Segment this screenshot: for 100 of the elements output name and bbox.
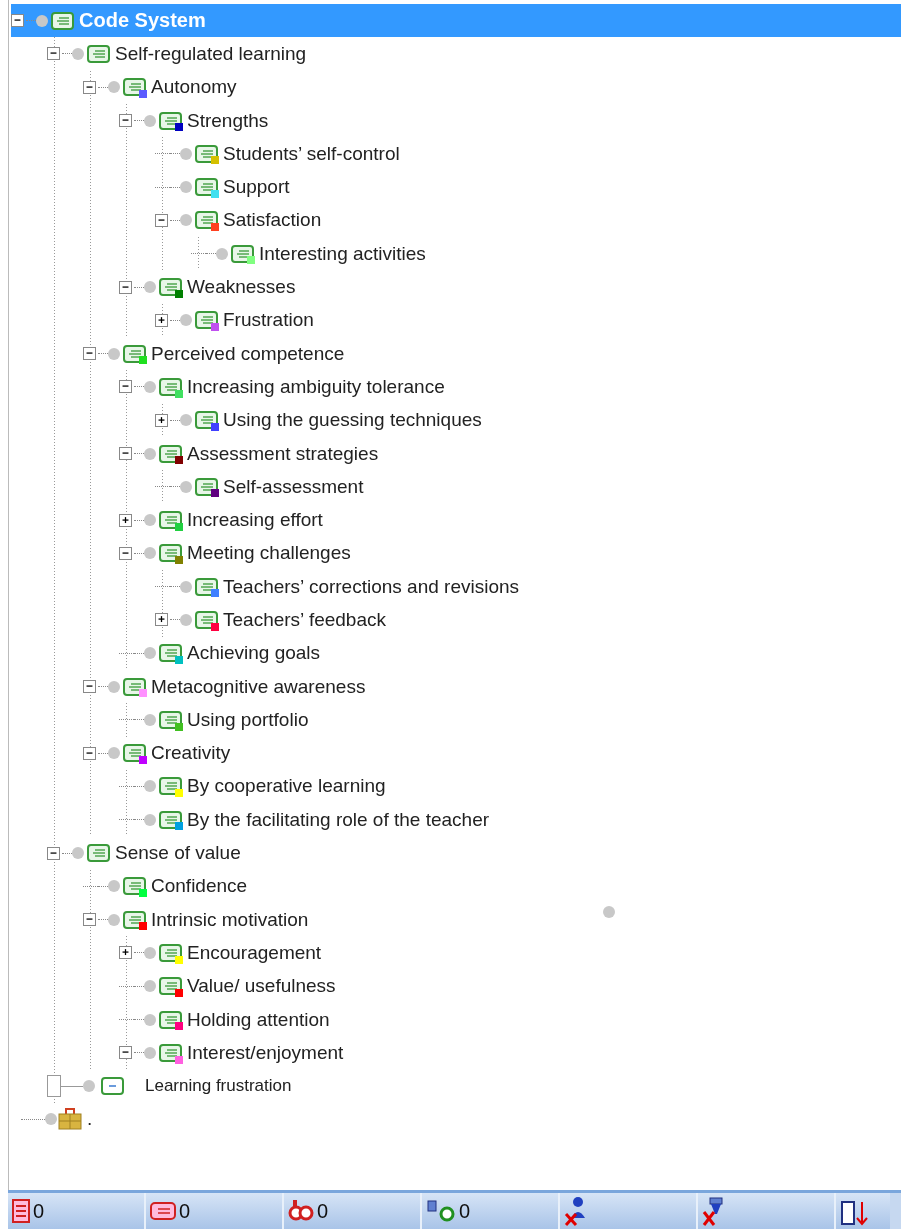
dot-icon <box>180 214 192 227</box>
tree-item-label[interactable]: Assessment strategies <box>187 442 379 465</box>
collapse-icon[interactable] <box>83 80 96 94</box>
expand-icon[interactable] <box>119 513 132 527</box>
dot-icon <box>180 147 192 160</box>
tree-item-label[interactable]: Creativity <box>151 742 231 765</box>
collapse-icon[interactable] <box>11 14 24 28</box>
code-icon <box>123 77 147 98</box>
tree-item-label[interactable]: Achieving goals <box>187 642 321 665</box>
expand-icon[interactable] <box>155 413 168 427</box>
tree-item-label[interactable]: Self-regulated learning <box>115 42 307 65</box>
tree-item-label[interactable]: Support <box>223 176 290 199</box>
dot-icon <box>45 1113 57 1126</box>
dot-icon <box>108 347 120 360</box>
tree-item-label[interactable]: Encouragement <box>187 941 322 964</box>
tree-item-label[interactable]: Weaknesses <box>187 276 296 298</box>
count-label: 0 <box>317 1199 329 1223</box>
status-cell[interactable]: 0 <box>146 1193 284 1229</box>
status-cell[interactable]: 0 <box>8 1193 146 1229</box>
code-icon <box>195 177 219 198</box>
tree-item-label[interactable]: Teachers’ feedback <box>223 609 386 631</box>
collapse-icon[interactable] <box>47 47 60 61</box>
code-icon <box>159 942 183 963</box>
tree-item-label[interactable]: Meeting challenges <box>187 542 351 565</box>
code-icon <box>231 243 255 264</box>
status-cell[interactable] <box>836 1193 890 1229</box>
code-icon <box>195 210 219 231</box>
tree-item-label[interactable]: Sense of value <box>115 842 241 865</box>
code-icon <box>159 1042 183 1063</box>
code-icon <box>101 1076 125 1097</box>
dot-icon <box>180 414 192 427</box>
collapse-icon[interactable] <box>119 380 132 394</box>
code-icon <box>159 643 183 664</box>
tree-item-label[interactable]: Autonomy <box>151 76 237 99</box>
dot-icon <box>108 680 120 693</box>
tree-item-label[interactable]: Teachers’ corrections and revisions <box>223 575 520 598</box>
tree-item-label[interactable]: Frustration <box>223 309 314 332</box>
dot-icon <box>144 647 156 660</box>
dot-icon <box>180 314 192 327</box>
tree-item-label[interactable]: Intrinsic motivation <box>151 908 309 931</box>
expand-icon[interactable] <box>119 946 132 960</box>
code-icon <box>159 976 183 997</box>
code-icon <box>195 410 219 431</box>
collapse-icon[interactable] <box>83 913 96 927</box>
tree-item-label[interactable]: Perceived competence <box>151 342 345 365</box>
tree-item-label[interactable]: Using portfolio <box>187 708 309 731</box>
tree-item-label[interactable]: Self-assessment <box>223 475 364 498</box>
tree-item-label[interactable]: Interesting activities <box>259 242 426 265</box>
tree-item-label[interactable]: Increasing effort <box>187 509 323 532</box>
status-cell[interactable]: 0 <box>422 1193 560 1229</box>
tree-item-label[interactable]: By cooperative learning <box>187 775 386 798</box>
tree-item-label[interactable]: Students’ self-control <box>223 142 400 165</box>
code-icon <box>51 10 75 31</box>
tree-item-label[interactable]: Metacognitive awareness <box>151 675 366 698</box>
dot-icon <box>108 880 120 893</box>
tree-item-label[interactable]: Learning frustration <box>145 1076 292 1097</box>
collapse-icon[interactable] <box>155 213 168 227</box>
tree-item-label[interactable]: Confidence <box>151 875 248 898</box>
collapse-icon[interactable] <box>119 546 132 560</box>
tree-item-label[interactable]: Increasing ambiguity tolerance <box>187 375 445 398</box>
dot-icon <box>180 480 192 493</box>
code-icon <box>123 343 147 364</box>
tree-item-label[interactable]: Holding attention <box>187 1008 330 1031</box>
dot-icon <box>180 181 192 194</box>
tree-item-label[interactable]: Strengths <box>187 109 269 132</box>
code-icon <box>159 709 183 730</box>
status-cell[interactable] <box>560 1193 698 1229</box>
collapse-icon[interactable] <box>119 447 132 460</box>
tree-item-label[interactable]: Using the guessing techniques <box>223 409 482 432</box>
expand-icon[interactable] <box>155 613 168 627</box>
code-icon <box>195 476 219 497</box>
tree-item-label[interactable]: Satisfaction <box>223 209 322 232</box>
collapse-icon[interactable] <box>119 280 132 294</box>
dot-icon <box>144 114 156 127</box>
variable-icon <box>426 1199 456 1223</box>
status-cell[interactable]: 0 <box>284 1193 422 1229</box>
code-icon <box>159 277 183 297</box>
code-icon <box>87 43 111 64</box>
collapse-icon[interactable] <box>47 846 60 860</box>
tree-item-label[interactable]: Interest/enjoyment <box>187 1041 344 1064</box>
collapse-icon[interactable] <box>119 1046 132 1060</box>
dot-icon <box>144 713 156 726</box>
tree-item-label[interactable]: Value/ usefulness <box>187 975 336 998</box>
toggle-box[interactable] <box>47 1075 61 1098</box>
collapse-icon[interactable] <box>83 680 96 694</box>
status-cell[interactable] <box>698 1193 836 1229</box>
collapse-icon[interactable] <box>83 347 96 361</box>
dot-icon <box>83 1080 95 1093</box>
dot-icon <box>144 547 156 560</box>
dot-icon <box>603 906 615 918</box>
collapse-icon[interactable] <box>83 746 96 760</box>
collapse-icon[interactable] <box>119 114 132 128</box>
tree-item-label[interactable]: By the facilitating role of the teacher <box>187 808 490 831</box>
expand-icon[interactable] <box>155 313 168 327</box>
link-icon <box>288 1199 314 1223</box>
tree-item-label[interactable]: . <box>87 1108 93 1131</box>
code-icon <box>123 876 147 897</box>
code-icon <box>159 1009 183 1030</box>
code-icon <box>159 110 183 131</box>
count-label: 0 <box>459 1199 471 1223</box>
